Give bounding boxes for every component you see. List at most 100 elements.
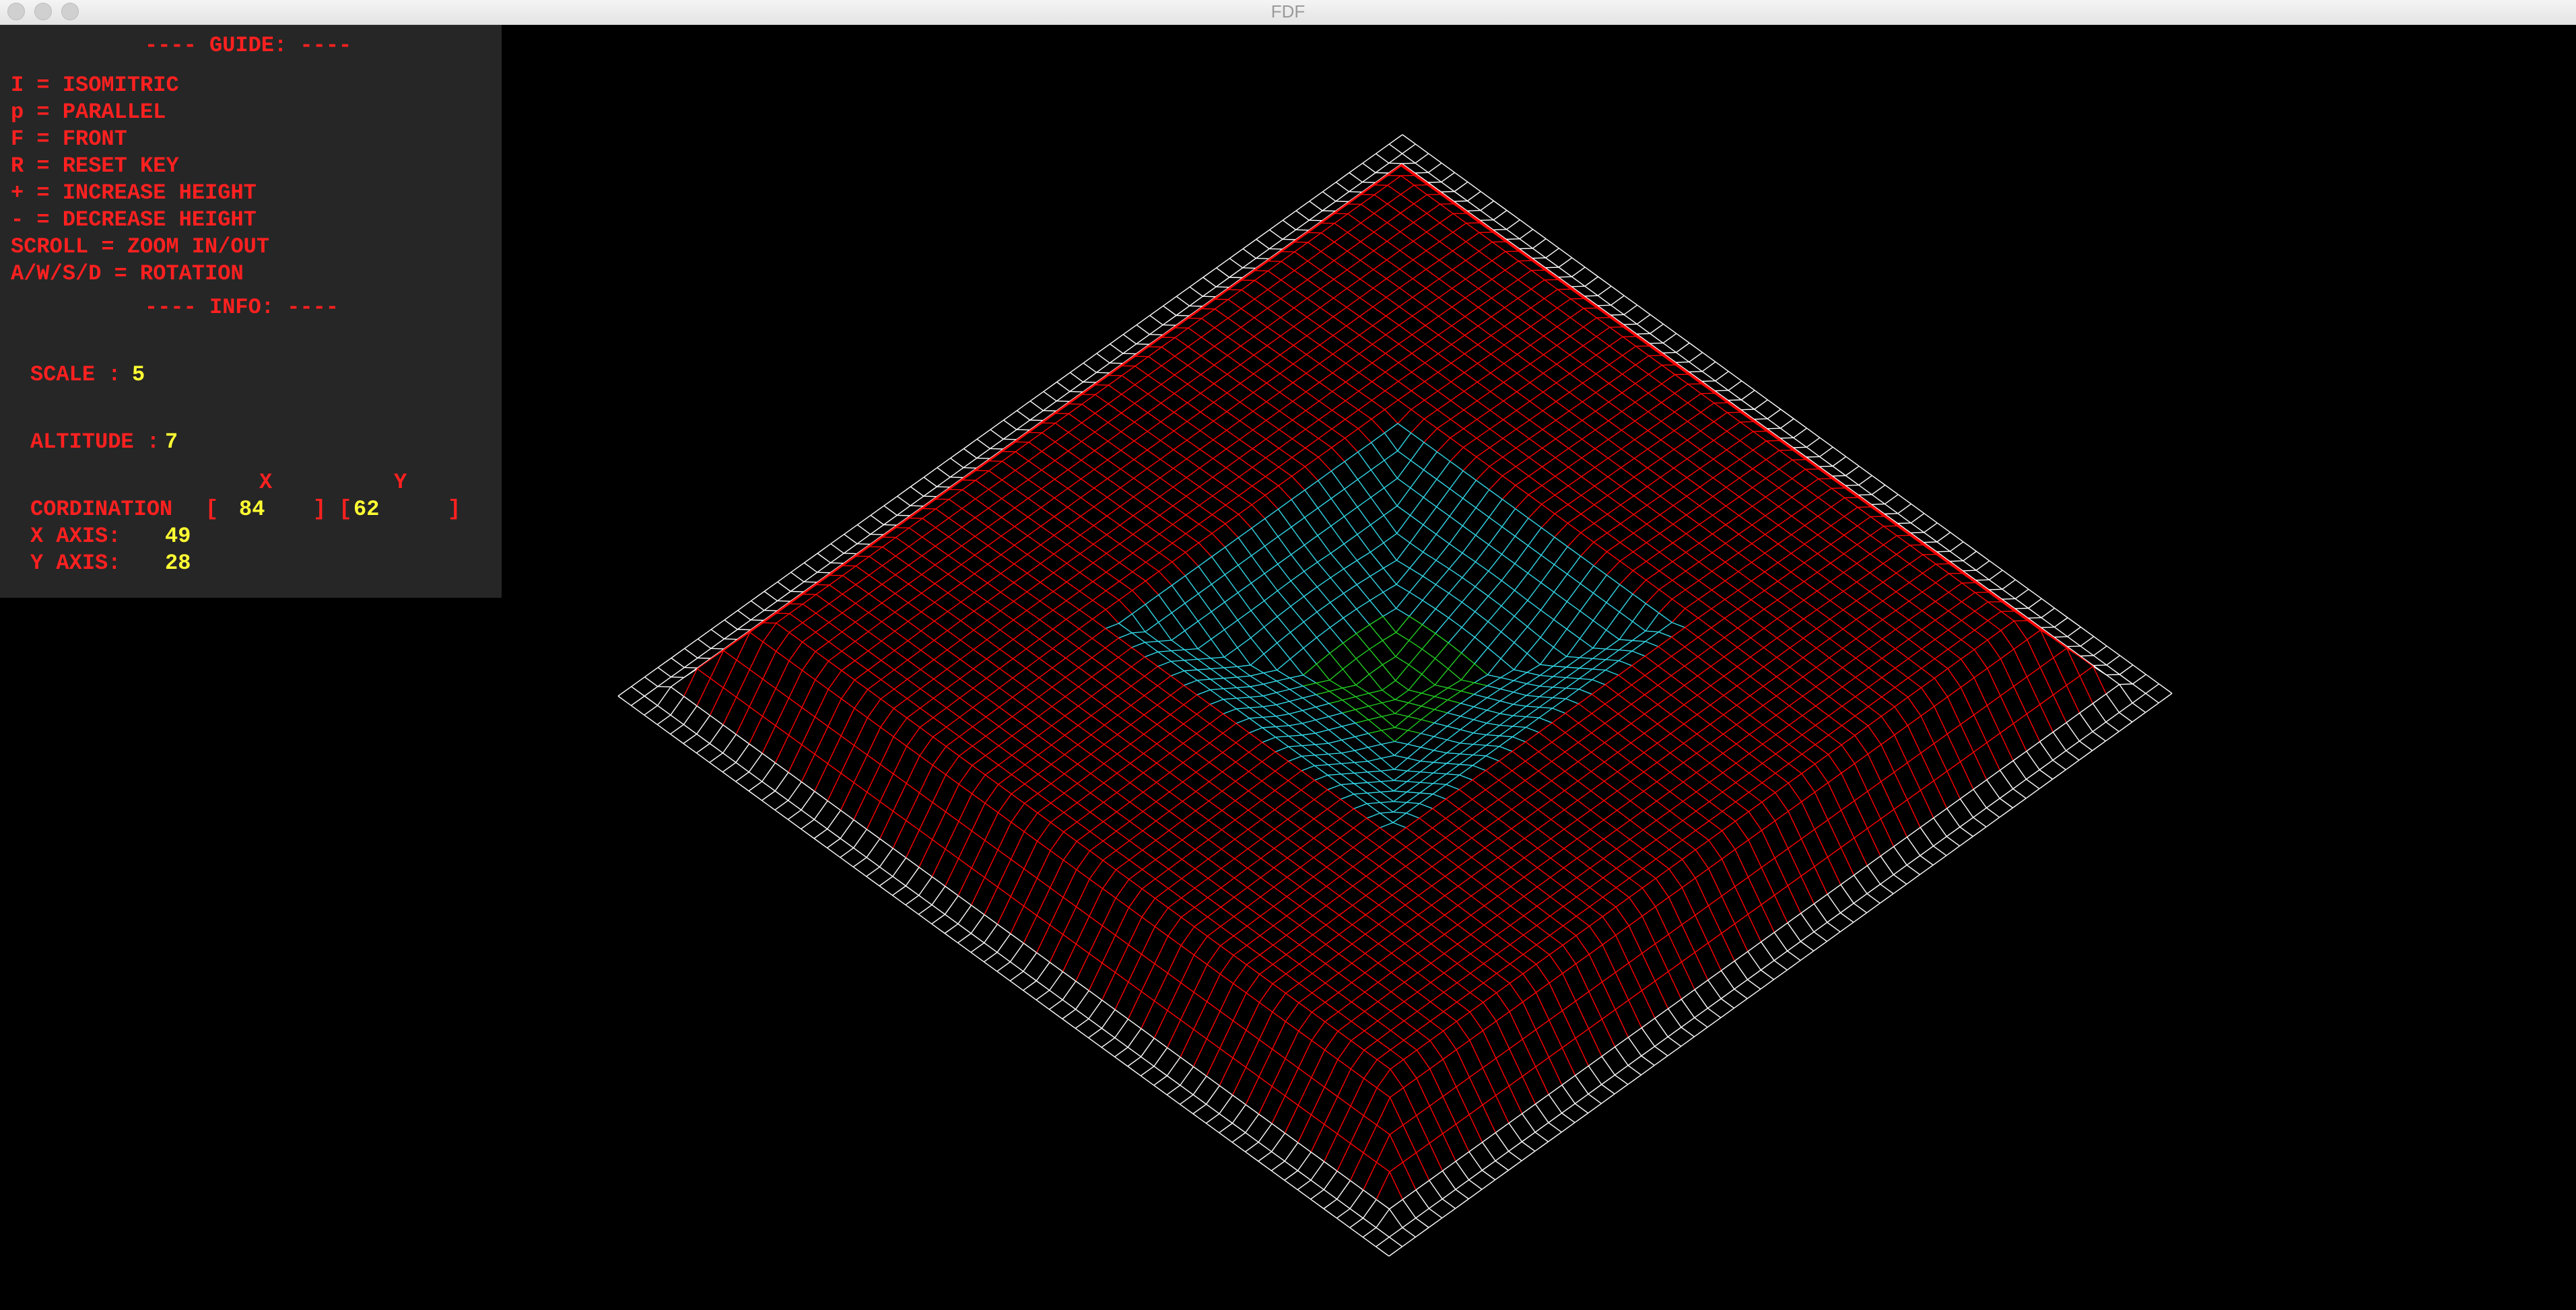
mesh-edge bbox=[1451, 353, 1465, 364]
mesh-edge bbox=[1050, 822, 1064, 833]
mesh-edge bbox=[986, 697, 1000, 708]
mesh-edge bbox=[1618, 665, 1633, 676]
mesh-edge bbox=[1542, 419, 1557, 430]
mesh-edge bbox=[986, 629, 1001, 640]
mesh-edge bbox=[735, 771, 749, 782]
mesh-edge bbox=[1050, 754, 1065, 765]
mesh-edge bbox=[935, 536, 949, 547]
mesh-edge bbox=[854, 679, 869, 690]
mesh-edge bbox=[1163, 305, 1177, 316]
mesh-edge bbox=[1342, 687, 1356, 697]
mesh-edge bbox=[1252, 411, 1266, 421]
mesh-edge bbox=[1381, 716, 1396, 728]
mesh-edge bbox=[1596, 326, 1611, 337]
mesh-edge bbox=[1216, 258, 1230, 269]
mesh-edge bbox=[893, 679, 908, 690]
mesh-edge bbox=[1635, 402, 1649, 413]
mesh-edge bbox=[1154, 907, 1169, 927]
mesh-edge bbox=[1105, 637, 1119, 648]
mesh-edge bbox=[1555, 419, 1569, 430]
mesh-edge bbox=[1305, 401, 1320, 411]
mesh-edge bbox=[1196, 723, 1211, 734]
mesh-edge bbox=[1039, 638, 1053, 649]
mesh-edge bbox=[1200, 374, 1215, 384]
mesh-edge bbox=[1478, 269, 1493, 280]
mesh-edge bbox=[803, 572, 818, 582]
mesh-edge bbox=[1448, 687, 1462, 692]
mesh-edge bbox=[1370, 460, 1385, 471]
mesh-edge bbox=[1196, 680, 1211, 691]
mesh-edge bbox=[1145, 561, 1159, 572]
mesh-edge bbox=[1329, 627, 1344, 644]
mesh-edge bbox=[1207, 897, 1221, 908]
mesh-edge bbox=[1472, 722, 1487, 734]
mesh-edge bbox=[1263, 683, 1277, 693]
mesh-edge bbox=[880, 708, 895, 728]
mesh-edge bbox=[1308, 242, 1322, 252]
mesh-edge bbox=[1211, 556, 1225, 576]
mesh-edge bbox=[1582, 429, 1596, 440]
mesh-edge bbox=[1439, 241, 1454, 252]
mesh-edge bbox=[853, 782, 868, 793]
mesh-edge bbox=[1622, 374, 1636, 384]
mesh-edge bbox=[908, 602, 922, 613]
mesh-edge bbox=[1133, 477, 1147, 488]
mesh-edge bbox=[1211, 574, 1225, 585]
mesh-edge bbox=[1490, 372, 1504, 383]
mesh-edge bbox=[1645, 613, 1660, 631]
mesh-edge bbox=[1249, 697, 1264, 708]
mesh-edge bbox=[1344, 488, 1358, 508]
mesh-edge bbox=[1221, 781, 1236, 792]
mesh-edge bbox=[1253, 392, 1267, 403]
mesh-edge bbox=[1308, 210, 1323, 221]
mesh-edge bbox=[1450, 362, 1465, 374]
mesh-edge bbox=[1234, 829, 1249, 840]
mesh-edge bbox=[867, 669, 881, 681]
mesh-edge bbox=[974, 508, 989, 518]
mesh-edge bbox=[1514, 545, 1529, 564]
mesh-edge bbox=[920, 630, 935, 641]
title-bar[interactable]: FDF bbox=[0, 0, 2576, 25]
mesh-edge bbox=[1024, 802, 1038, 814]
mesh-edge bbox=[1831, 525, 1845, 536]
mesh-edge bbox=[1538, 717, 1553, 724]
mesh-edge bbox=[1474, 647, 1489, 664]
mesh-edge bbox=[1293, 298, 1308, 308]
mesh-edge bbox=[854, 708, 868, 718]
mesh-edge bbox=[1194, 955, 1208, 965]
mesh-edge bbox=[1252, 448, 1266, 458]
mesh-edge bbox=[1738, 561, 1752, 572]
mesh-edge bbox=[841, 670, 855, 681]
mesh-edge bbox=[1142, 839, 1157, 851]
mesh-edge bbox=[881, 593, 895, 604]
mesh-edge bbox=[972, 707, 986, 718]
mesh-edge bbox=[1077, 753, 1091, 765]
mesh-edge bbox=[683, 705, 698, 725]
mesh-edge bbox=[1301, 755, 1316, 757]
mesh-edge bbox=[1237, 619, 1252, 639]
mesh-edge bbox=[1479, 232, 1493, 243]
mesh-edge bbox=[1041, 450, 1056, 461]
mesh-edge bbox=[1592, 669, 1606, 681]
mesh-edge bbox=[1253, 345, 1268, 356]
mesh-edge bbox=[1897, 513, 1911, 524]
mesh-edge bbox=[948, 508, 963, 519]
mesh-edge bbox=[1182, 810, 1196, 821]
mesh-edge bbox=[1276, 689, 1290, 693]
mesh-edge bbox=[1291, 475, 1306, 491]
mesh-edge bbox=[1092, 572, 1107, 582]
mesh-edge bbox=[1039, 619, 1054, 630]
mesh-edge bbox=[1619, 593, 1633, 613]
mesh-edge bbox=[1248, 780, 1262, 792]
mesh-edge bbox=[1250, 664, 1264, 674]
mesh-edge bbox=[919, 727, 934, 738]
mesh-edge bbox=[1464, 363, 1478, 374]
mesh-edge bbox=[1027, 497, 1042, 508]
mesh-edge bbox=[1332, 400, 1346, 411]
mesh-edge bbox=[1260, 809, 1275, 821]
mesh-edge bbox=[1291, 447, 1306, 458]
mesh-edge bbox=[1054, 441, 1069, 452]
mesh-edge bbox=[827, 689, 842, 699]
mesh-edge bbox=[1478, 298, 1492, 308]
mesh-edge bbox=[921, 592, 935, 603]
